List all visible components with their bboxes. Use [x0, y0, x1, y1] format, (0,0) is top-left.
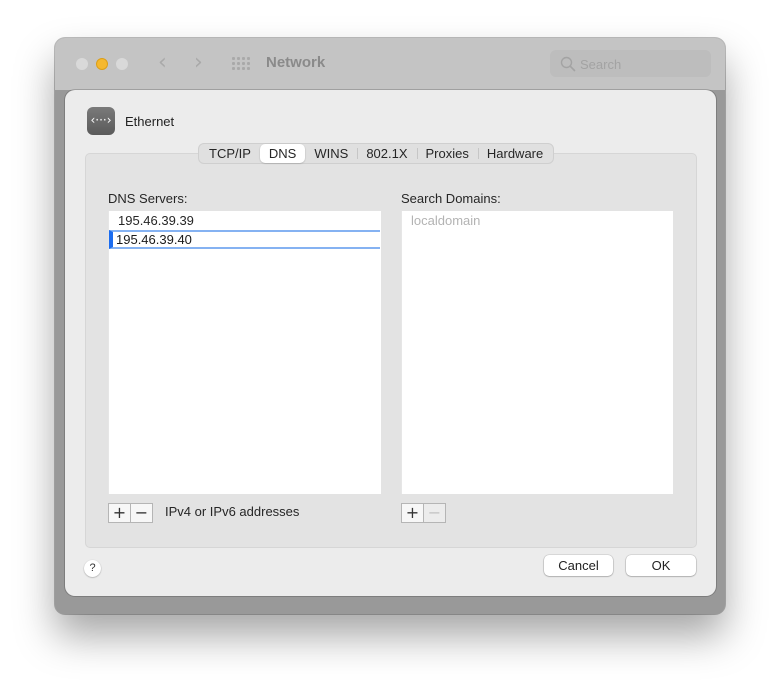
dns-servers-list[interactable]: 195.46.39.39: [108, 211, 381, 494]
ethernet-icon: ‹···›: [87, 107, 115, 135]
domains-add-remove-control: + −: [401, 503, 446, 523]
chevron-left-icon[interactable]: ‹: [158, 52, 167, 74]
add-dns-server-button[interactable]: +: [109, 504, 130, 522]
dns-servers-label: DNS Servers:: [108, 191, 188, 206]
dns-hint: IPv4 or IPv6 addresses: [165, 504, 300, 519]
zoom-button[interactable]: [116, 58, 128, 70]
titlebar: ‹ › Network: [55, 38, 725, 90]
search-field[interactable]: [550, 50, 711, 77]
tab-wins[interactable]: WINS: [305, 144, 357, 163]
dns-server-edit-row[interactable]: [109, 230, 380, 249]
tab-tcpip[interactable]: TCP/IP: [200, 144, 260, 163]
cancel-button[interactable]: Cancel: [544, 555, 613, 576]
tab-dns[interactable]: DNS: [259, 144, 306, 163]
grid-icon[interactable]: [232, 57, 251, 70]
search-icon: [560, 56, 576, 72]
add-search-domain-button[interactable]: +: [402, 504, 423, 522]
dns-add-remove-control: + −: [108, 503, 153, 523]
tab-bar: TCP/IP DNS WINS 802.1X Proxies Hardware: [198, 143, 555, 164]
tab-8021x[interactable]: 802.1X: [357, 144, 416, 163]
dns-settings-sheet: ‹···› Ethernet TCP/IP DNS WINS 802.1X Pr…: [65, 90, 716, 596]
chevron-right-icon[interactable]: ›: [194, 52, 203, 74]
search-domain-placeholder: localdomain: [411, 213, 481, 228]
interface-name: Ethernet: [125, 114, 175, 129]
dns-server-row[interactable]: 195.46.39.39: [109, 211, 194, 230]
search-domains-label: Search Domains:: [401, 191, 501, 206]
dns-server-input[interactable]: [116, 232, 356, 246]
ok-button[interactable]: OK: [626, 555, 696, 576]
window-title: Network: [266, 54, 326, 71]
close-button[interactable]: [76, 58, 88, 70]
remove-search-domain-button[interactable]: −: [423, 504, 445, 522]
search-input[interactable]: [580, 54, 700, 74]
search-domains-list[interactable]: localdomain: [401, 211, 673, 494]
remove-dns-server-button[interactable]: −: [130, 504, 152, 522]
tab-hardware[interactable]: Hardware: [477, 144, 552, 163]
minimize-button[interactable]: [96, 58, 108, 70]
help-button[interactable]: ?: [84, 560, 101, 577]
tab-proxies[interactable]: Proxies: [416, 144, 478, 163]
